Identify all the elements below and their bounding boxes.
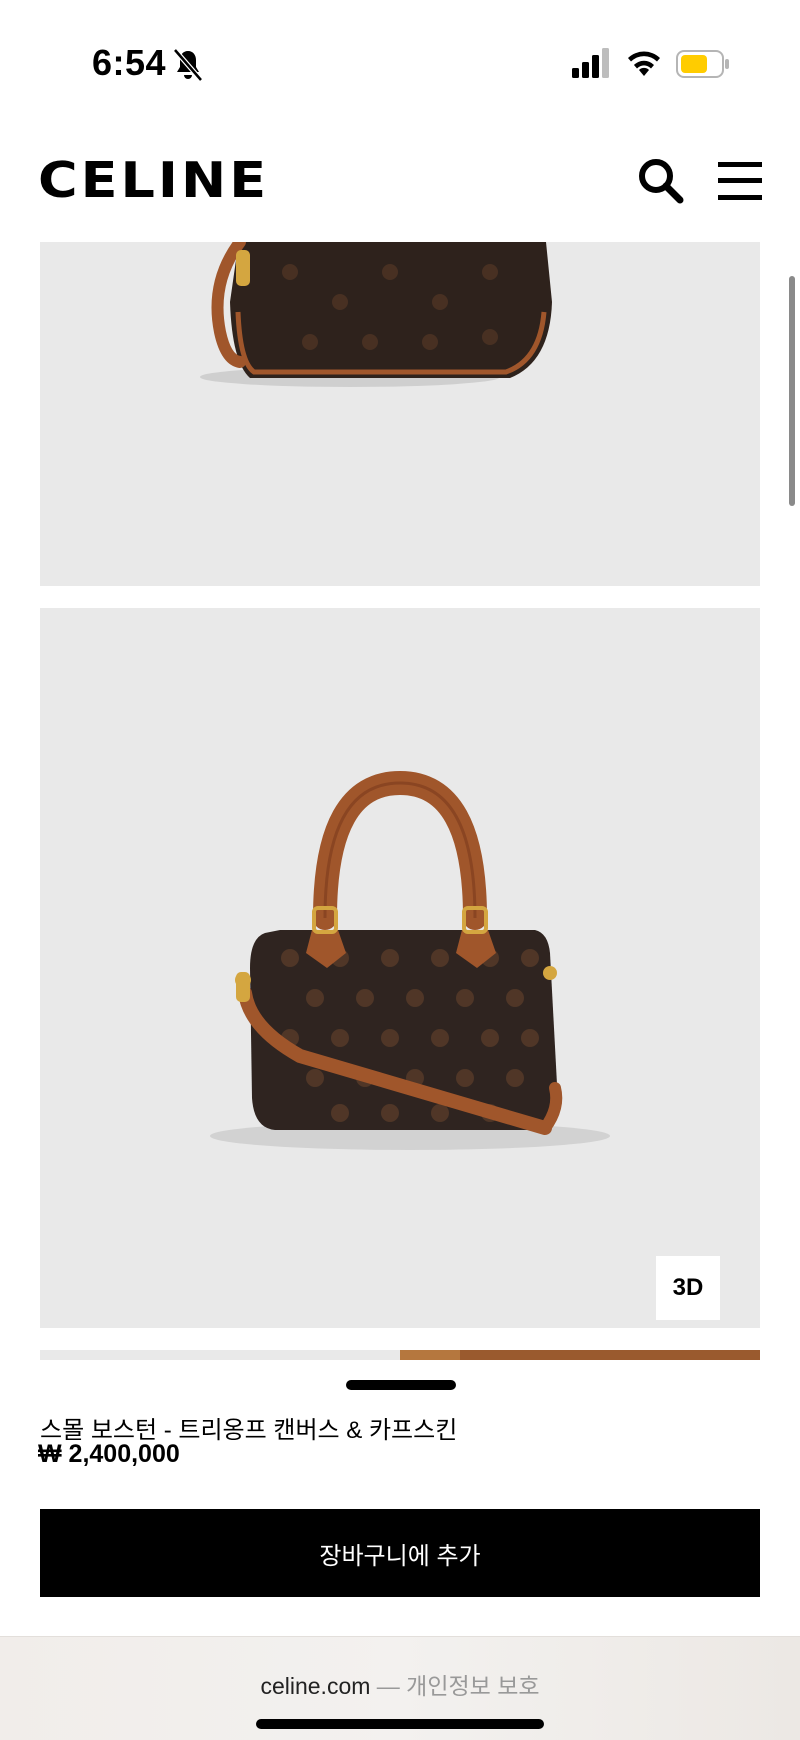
bag-image xyxy=(210,770,610,1150)
address-text[interactable]: celine.com — 개인정보 보호 xyxy=(0,1667,800,1701)
address-separator: — xyxy=(376,1673,400,1699)
wifi-icon xyxy=(628,51,660,76)
battery-icon xyxy=(676,50,729,78)
site-header: CELINE xyxy=(0,120,800,242)
product-image-2[interactable]: 3D xyxy=(40,608,760,1328)
sheet-grabber[interactable] xyxy=(346,1380,456,1390)
address-domain: celine.com xyxy=(260,1673,371,1699)
status-time: 6:54 xyxy=(92,42,167,83)
address-page-label: 개인정보 보호 xyxy=(406,1673,540,1699)
product-image-1[interactable] xyxy=(40,242,760,586)
signal-icon xyxy=(572,48,609,78)
hamburger-menu-icon[interactable] xyxy=(718,160,762,202)
bag-image-partial xyxy=(200,242,552,387)
home-indicator[interactable] xyxy=(256,1719,544,1729)
product-price: ₩ 2,400,000 xyxy=(38,1440,180,1468)
3d-view-button[interactable]: 3D xyxy=(656,1256,720,1320)
browser-address-bar[interactable]: celine.com — 개인정보 보호 xyxy=(0,1636,800,1740)
celine-logo[interactable]: CELINE xyxy=(38,152,269,209)
search-icon[interactable] xyxy=(636,156,684,204)
add-to-cart-button[interactable]: 장바구니에 추가 xyxy=(40,1509,760,1597)
scrollbar[interactable] xyxy=(789,276,795,506)
status-bar: 6:54 xyxy=(0,0,800,120)
bell-slash-icon xyxy=(173,48,203,82)
product-bottom-sheet: 스몰 보스턴 - 트리옹프 캔버스 & 카프스킨 ₩ 2,400,000 장바구… xyxy=(0,1360,800,1636)
